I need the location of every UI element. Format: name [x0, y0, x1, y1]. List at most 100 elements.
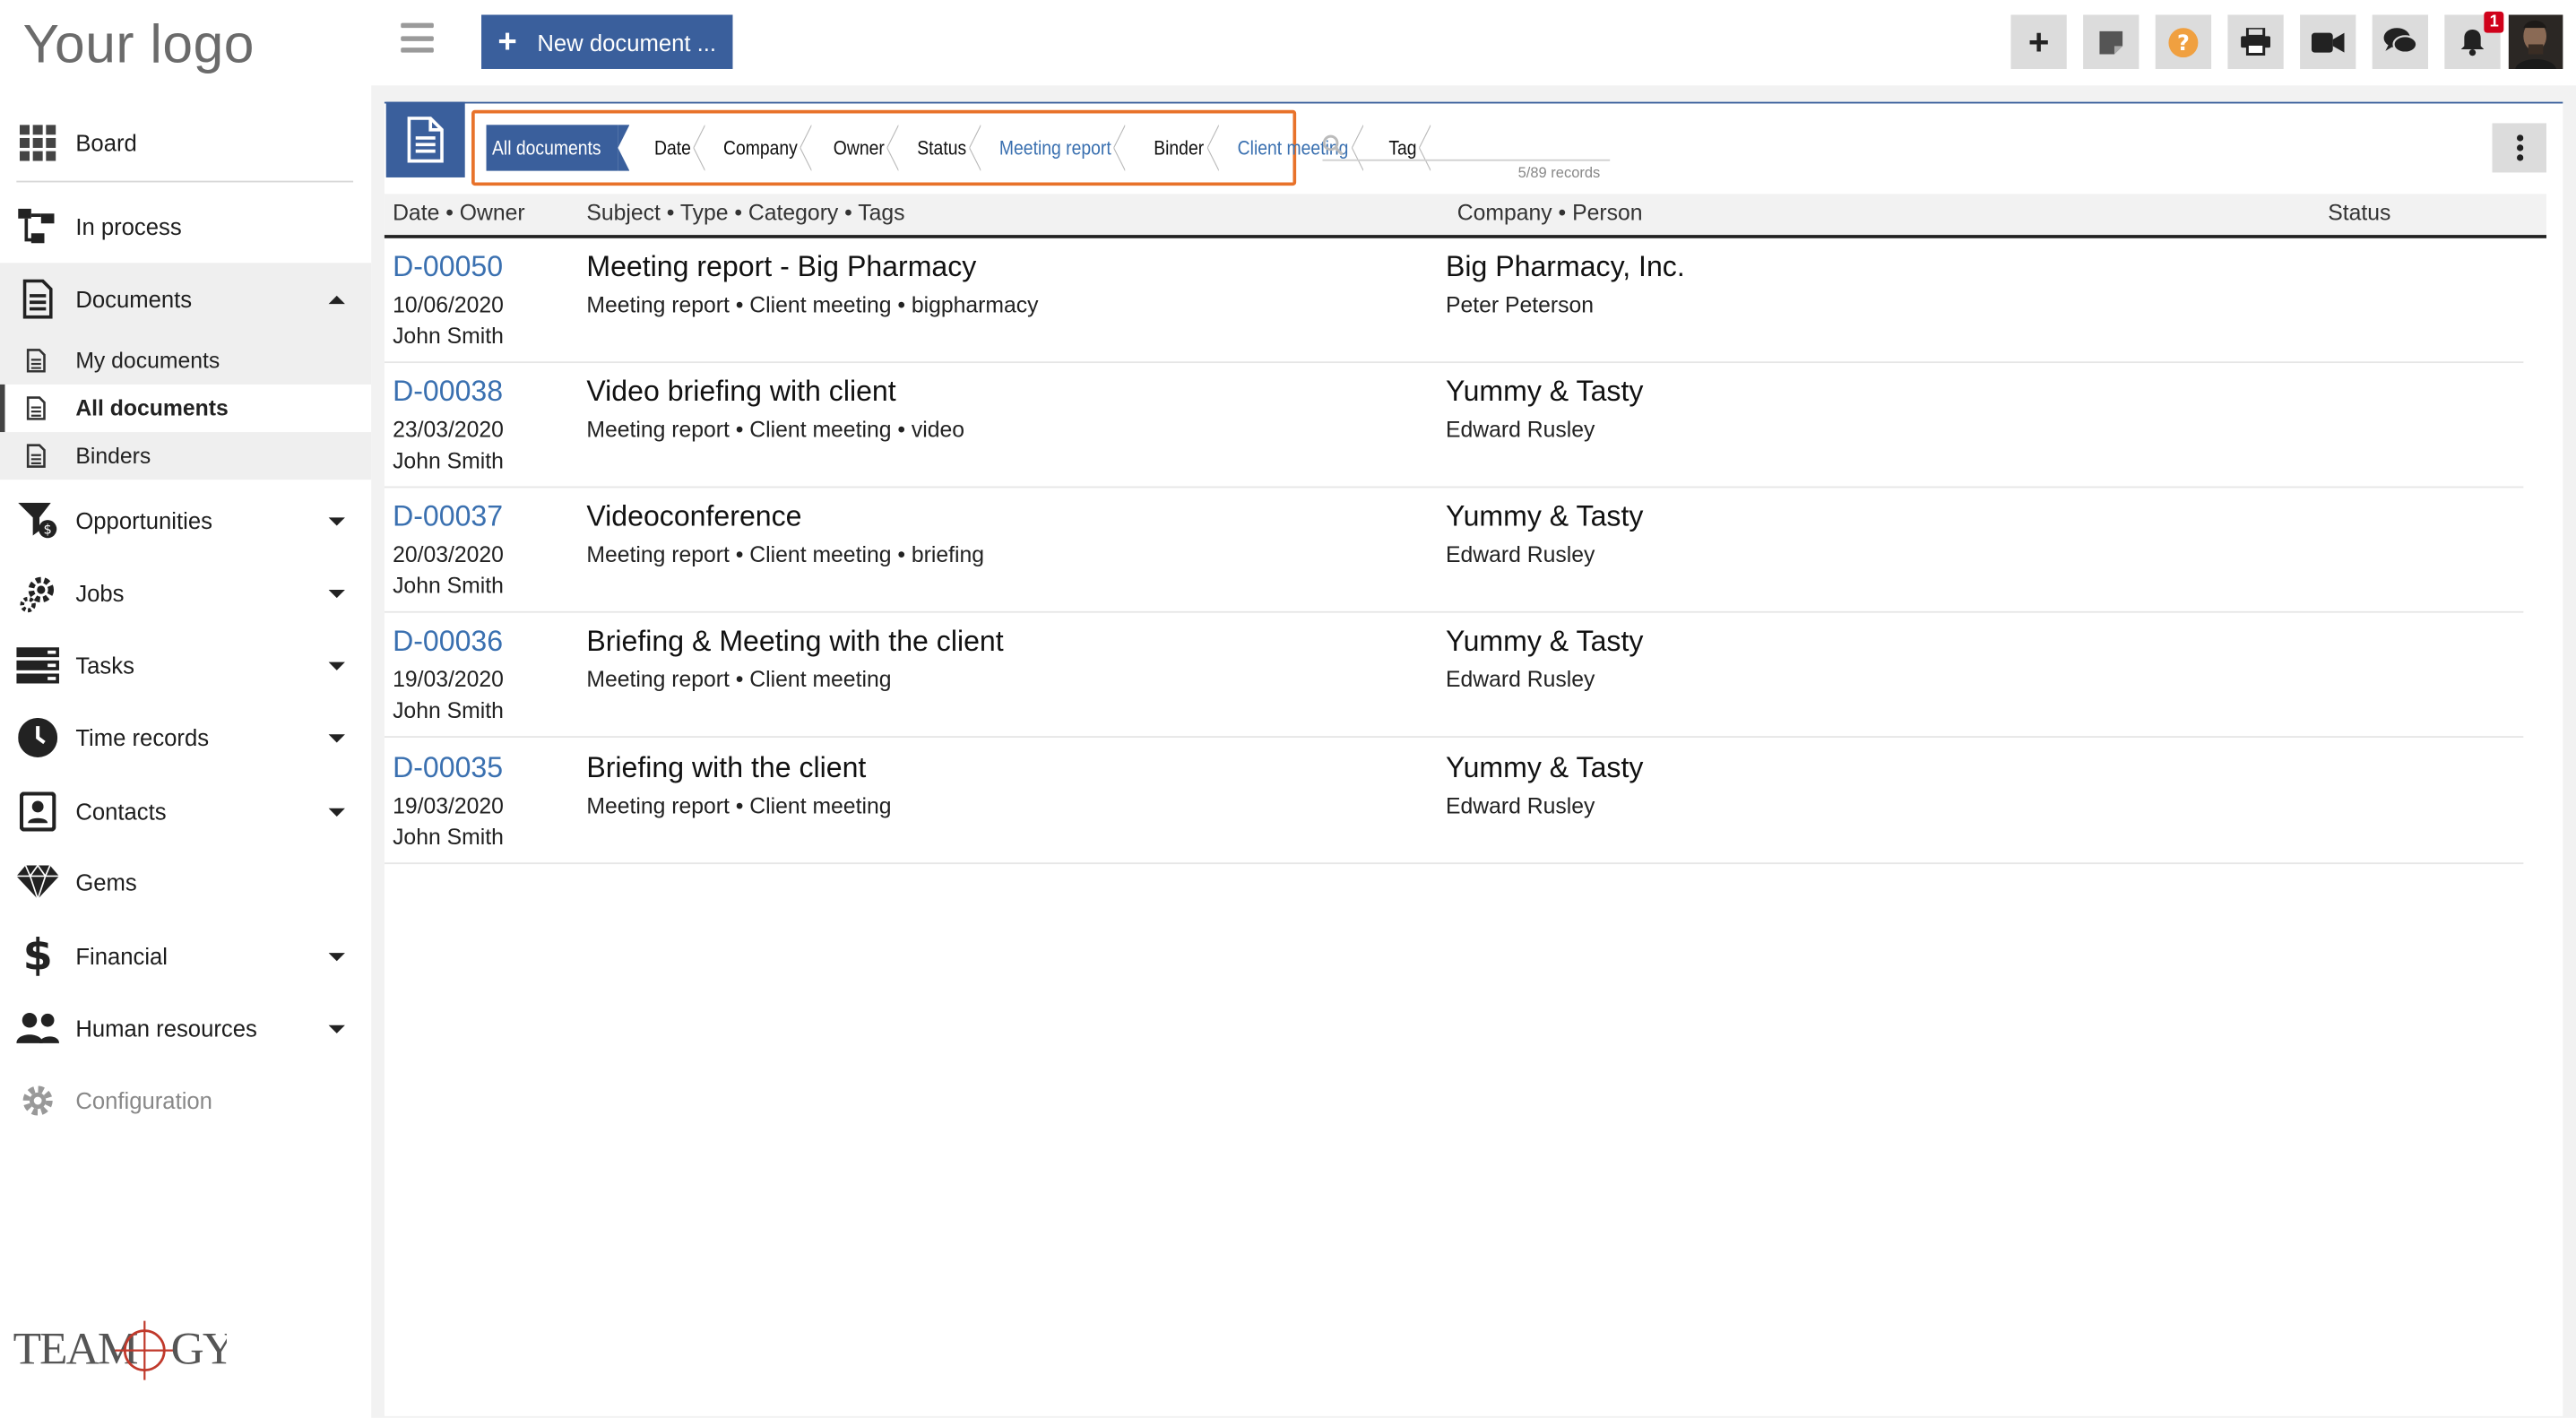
sidebar-item-board[interactable]: Board	[0, 110, 371, 176]
sidebar-item-label: Opportunities	[75, 507, 212, 534]
chevron-up-icon[interactable]	[328, 295, 345, 304]
document-subject[interactable]: Video briefing with client	[586, 375, 895, 409]
sidebar-item-financial[interactable]: $ Financial	[0, 923, 371, 989]
sidebar-item-configuration[interactable]: Configuration	[0, 1068, 371, 1133]
table-row[interactable]: D-00037 20/03/2020 John Smith Videoconfe…	[384, 488, 2524, 613]
document-person: Peter Peterson	[1445, 292, 1595, 317]
diamond-icon	[16, 860, 59, 904]
chevron-down-icon[interactable]	[328, 589, 345, 598]
chevron-down-icon[interactable]	[328, 952, 345, 961]
app-logo[interactable]: Your logo	[23, 13, 255, 76]
chevron-down-icon[interactable]	[328, 807, 345, 817]
help-button[interactable]: ?	[2155, 14, 2212, 69]
document-owner: John Smith	[393, 697, 504, 723]
document-subject[interactable]: Meeting report - Big Pharmacy	[586, 250, 976, 284]
document-code-link[interactable]: D-00036	[393, 625, 503, 659]
sidebar-item-opportunities[interactable]: $ Opportunities	[0, 488, 371, 553]
column-status[interactable]: Status	[2328, 201, 2390, 225]
crumb-binder[interactable]: Binder	[1145, 125, 1218, 171]
document-date: 19/03/2020	[393, 667, 504, 692]
sidebar-item-label: Time records	[75, 724, 210, 751]
document-code-link[interactable]: D-00050	[393, 250, 503, 284]
document-subject[interactable]: Videoconference	[586, 499, 801, 533]
table-row[interactable]: D-00035 19/03/2020 John Smith Briefing w…	[384, 739, 2524, 865]
crumb-meeting-report[interactable]: Meeting report	[991, 125, 1128, 171]
crumb-all-documents[interactable]: All documents	[486, 125, 631, 171]
svg-text:GY: GY	[171, 1323, 227, 1374]
chevron-down-icon[interactable]	[328, 661, 345, 670]
printer-icon	[2241, 28, 2271, 56]
more-options-button[interactable]	[2492, 123, 2546, 173]
document-meta: Meeting report • Client meeting • video	[586, 417, 965, 443]
sidebar-item-label: Gems	[75, 869, 137, 895]
sidebar-item-label: Board	[75, 129, 137, 157]
users-icon	[16, 1007, 59, 1051]
sidebar-subitem-label: My documents	[75, 348, 220, 374]
funnel-dollar-icon: $	[16, 499, 59, 542]
table-header: Date • Owner Subject • Type • Category •…	[384, 194, 2546, 238]
sidebar-subitem-label: All documents	[75, 395, 229, 421]
sidebar-item-contacts[interactable]: Contacts	[0, 779, 371, 844]
print-button[interactable]	[2227, 14, 2284, 69]
divider	[16, 180, 354, 183]
sidebar-item-in-process[interactable]: In process	[0, 194, 371, 259]
crumb-date[interactable]: Date	[646, 125, 707, 171]
document-code-link[interactable]: D-00038	[393, 375, 503, 409]
crumb-owner[interactable]: Owner	[825, 125, 900, 171]
menu-toggle-icon[interactable]	[401, 22, 434, 53]
sidebar-item-human-resources[interactable]: Human resources	[0, 996, 371, 1061]
document-owner: John Smith	[393, 324, 504, 349]
document-icon	[26, 348, 49, 374]
crumb-company[interactable]: Company	[714, 125, 813, 171]
sidebar-item-tasks[interactable]: Tasks	[0, 633, 371, 698]
document-date: 10/06/2020	[393, 292, 504, 317]
sidebar-item-documents[interactable]: Documents	[0, 266, 371, 332]
chevron-down-icon[interactable]	[328, 516, 345, 525]
sidebar-item-label: Documents	[75, 285, 193, 313]
document-date: 23/03/2020	[393, 417, 504, 443]
sidebar: Your logo Board In process Documents My …	[0, 0, 372, 1418]
contact-card-icon	[16, 791, 59, 834]
document-subject[interactable]: Briefing & Meeting with the client	[586, 625, 1003, 659]
avatar[interactable]	[2508, 14, 2563, 69]
notifications-button[interactable]: 1	[2444, 11, 2504, 69]
sidebar-item-jobs[interactable]: Jobs	[0, 560, 371, 626]
new-document-button[interactable]: + New document ...	[481, 14, 733, 69]
sticky-note-button[interactable]	[2083, 14, 2139, 69]
column-subject[interactable]: Subject • Type • Category • Tags	[586, 201, 904, 225]
search-input[interactable]	[1322, 132, 1611, 161]
document-code-link[interactable]: D-00037	[393, 499, 503, 533]
chat-button[interactable]	[2372, 14, 2429, 69]
notification-badge: 1	[2485, 11, 2504, 33]
sidebar-subitem-label: Binders	[75, 443, 151, 469]
document-meta: Meeting report • Client meeting	[586, 793, 892, 818]
table-row[interactable]: D-00038 23/03/2020 John Smith Video brie…	[384, 363, 2524, 489]
crumb-status[interactable]: Status	[909, 125, 982, 171]
sidebar-subitem-my-documents[interactable]: My documents	[0, 337, 371, 385]
table-row[interactable]: D-00050 10/06/2020 John Smith Meeting re…	[384, 238, 2524, 364]
document-person: Edward Rusley	[1445, 417, 1595, 443]
plus-icon: +	[2027, 20, 2050, 62]
add-button[interactable]: +	[2010, 14, 2067, 69]
sidebar-subitem-binders[interactable]: Binders	[0, 432, 371, 480]
svg-text:?: ?	[2177, 30, 2190, 55]
video-camera-icon	[2311, 31, 2345, 52]
table-row[interactable]: D-00036 19/03/2020 John Smith Briefing &…	[384, 613, 2524, 738]
document-meta: Meeting report • Client meeting • bigpha…	[586, 292, 1039, 317]
flow-icon	[16, 205, 59, 248]
chevron-down-icon[interactable]	[328, 733, 345, 742]
help-icon: ?	[2168, 27, 2199, 57]
sidebar-item-time-records[interactable]: Time records	[0, 705, 371, 770]
dollar-icon: $	[22, 931, 53, 981]
document-code-link[interactable]: D-00035	[393, 751, 503, 785]
document-subject[interactable]: Briefing with the client	[586, 751, 866, 785]
document-icon	[26, 395, 49, 421]
column-company[interactable]: Company • Person	[1457, 201, 1643, 225]
bell-icon	[2460, 29, 2485, 56]
record-count: 5/89 records	[1517, 164, 1601, 181]
video-call-button[interactable]	[2300, 14, 2356, 69]
column-date-owner[interactable]: Date • Owner	[393, 201, 525, 225]
sidebar-subitem-all-documents[interactable]: All documents	[0, 384, 372, 433]
chevron-down-icon[interactable]	[328, 1024, 345, 1033]
sidebar-item-gems[interactable]: Gems	[0, 850, 371, 915]
